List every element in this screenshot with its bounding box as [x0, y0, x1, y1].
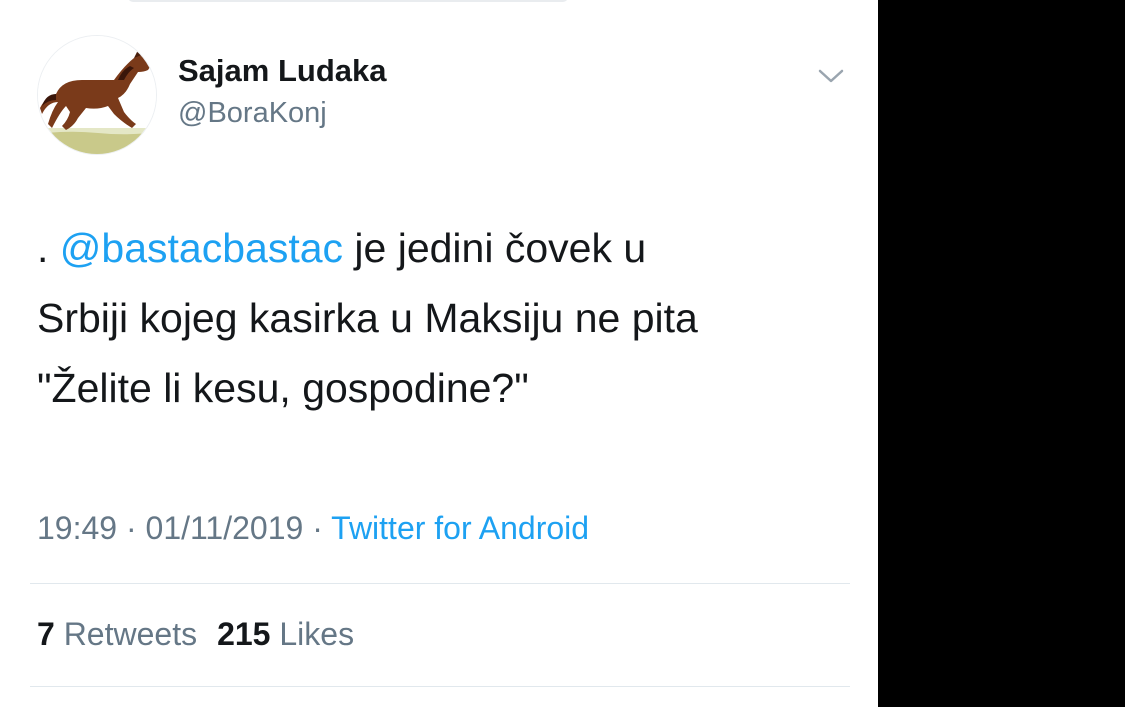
- tweet-time: 19:49: [37, 510, 118, 546]
- divider: [30, 583, 850, 584]
- retweets-label: Retweets: [63, 616, 198, 652]
- retweets-count: 7: [37, 616, 55, 652]
- avatar[interactable]: [37, 35, 157, 155]
- tweet-text-line-2: Srbiji kojeg kasirka u Maksiju ne pita: [37, 295, 698, 341]
- tweet-text: . @bastacbastac je jedini čovek u Srbiji…: [37, 213, 847, 423]
- user-handle[interactable]: @BoraKonj: [178, 97, 327, 130]
- divider: [30, 686, 850, 687]
- previous-content-edge: [128, 0, 568, 2]
- tweet-stats: 7 Retweets 215 Likes: [37, 616, 354, 653]
- horse-avatar-image: [38, 36, 156, 154]
- chevron-down-icon[interactable]: [815, 64, 847, 88]
- likes-count: 215: [217, 616, 271, 652]
- tweet-source-link[interactable]: Twitter for Android: [331, 510, 589, 546]
- tweet-text-prefix: .: [37, 225, 60, 271]
- meta-separator: ·: [303, 510, 332, 546]
- tweet-text-line-1-rest: je jedini čovek u: [343, 225, 647, 271]
- tweet-date: 01/11/2019: [145, 510, 304, 546]
- meta-separator: ·: [117, 510, 146, 546]
- retweets-stat[interactable]: 7 Retweets: [37, 616, 197, 652]
- likes-stat[interactable]: 215 Likes: [217, 616, 354, 652]
- tweet-text-line-3: "Želite li kesu, gospodine?": [37, 365, 529, 411]
- likes-label: Likes: [279, 616, 355, 652]
- tweet-meta: 19:49 · 01/11/2019 · Twitter for Android: [37, 510, 589, 547]
- tweet-panel: Sajam Ludaka @BoraKonj . @bastacbastac j…: [0, 0, 878, 707]
- tweet-text-line-1: . @bastacbastac je jedini čovek u: [37, 213, 847, 283]
- mention-link[interactable]: @bastacbastac: [60, 225, 343, 271]
- display-name[interactable]: Sajam Ludaka: [178, 53, 386, 89]
